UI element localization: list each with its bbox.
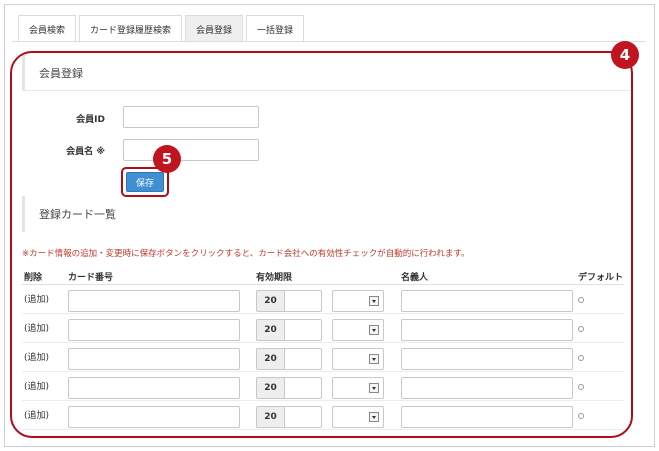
- default-radio[interactable]: [578, 326, 584, 332]
- default-radio[interactable]: [578, 384, 584, 390]
- card-section-title: 登録カード一覧: [22, 196, 116, 232]
- tab-bulk-register[interactable]: 一括登録: [246, 15, 305, 42]
- add-row-label[interactable]: (追加): [24, 379, 49, 392]
- expiry-month-select[interactable]: [332, 348, 384, 370]
- chevron-down-icon: [369, 354, 379, 364]
- expiry-year-prefix: 20: [256, 319, 284, 341]
- table-row: (追加) 20: [22, 343, 624, 372]
- default-radio[interactable]: [578, 297, 584, 303]
- card-holder-input[interactable]: [401, 377, 573, 399]
- table-row: (追加) 20: [22, 401, 624, 430]
- validation-notice: ※カード情報の追加・変更時に保存ボタンをクリックすると、カード会社への有効性チェ…: [22, 249, 470, 259]
- chevron-down-icon: [369, 412, 379, 422]
- expiry-year-prefix: 20: [256, 290, 284, 312]
- save-button[interactable]: 保存: [126, 172, 164, 192]
- card-number-input[interactable]: [68, 319, 240, 341]
- callout-badge-5: 5: [153, 145, 181, 173]
- expiry-year-prefix: 20: [256, 377, 284, 399]
- card-holder-input[interactable]: [401, 319, 573, 341]
- card-holder-input[interactable]: [401, 406, 573, 428]
- member-id-label: 会員ID: [76, 115, 105, 125]
- card-holder-input[interactable]: [401, 348, 573, 370]
- tab-member-search[interactable]: 会員検索: [18, 15, 77, 42]
- card-number-input[interactable]: [68, 377, 240, 399]
- column-header-expiry: 有効期限: [256, 273, 293, 283]
- section-divider: [22, 90, 630, 91]
- column-header-delete: 削除: [24, 273, 43, 283]
- expiry-year-prefix: 20: [256, 348, 284, 370]
- tab-member-register[interactable]: 会員登録: [185, 15, 244, 42]
- callout-badge-4: 4: [611, 41, 639, 69]
- table-row: (追加) 20: [22, 372, 624, 401]
- expiry-month-select[interactable]: [332, 406, 384, 428]
- card-number-input[interactable]: [68, 290, 240, 312]
- tab-bar: 会員検索 カード登録履歴検索 会員登録 一括登録: [18, 15, 307, 42]
- column-header-default: デフォルト: [578, 273, 624, 283]
- default-radio[interactable]: [578, 355, 584, 361]
- chevron-down-icon: [369, 296, 379, 306]
- tab-card-history-search[interactable]: カード登録履歴検索: [79, 15, 183, 42]
- card-holder-input[interactable]: [401, 290, 573, 312]
- chevron-down-icon: [369, 383, 379, 393]
- expiry-month-select[interactable]: [332, 290, 384, 312]
- add-row-label[interactable]: (追加): [24, 292, 49, 305]
- member-name-input[interactable]: [123, 139, 259, 161]
- expiry-month-select[interactable]: [332, 377, 384, 399]
- expiry-year-input[interactable]: [284, 290, 322, 312]
- expiry-month-select[interactable]: [332, 319, 384, 341]
- card-number-input[interactable]: [68, 348, 240, 370]
- column-header-holder: 名義人: [401, 273, 429, 283]
- expiry-year-input[interactable]: [284, 319, 322, 341]
- chevron-down-icon: [369, 325, 379, 335]
- default-radio[interactable]: [578, 413, 584, 419]
- member-section-title: 会員登録: [22, 55, 83, 91]
- expiry-year-input[interactable]: [284, 348, 322, 370]
- table-row: (追加) 20: [22, 314, 624, 343]
- expiry-year-input[interactable]: [284, 406, 322, 428]
- expiry-year-input[interactable]: [284, 377, 322, 399]
- add-row-label[interactable]: (追加): [24, 408, 49, 421]
- tab-divider: [12, 41, 646, 42]
- member-name-label: 会員名 ※: [66, 147, 105, 157]
- add-row-label[interactable]: (追加): [24, 350, 49, 363]
- member-id-input[interactable]: [123, 106, 259, 128]
- column-header-card-number: カード番号: [68, 273, 114, 283]
- expiry-year-prefix: 20: [256, 406, 284, 428]
- add-row-label[interactable]: (追加): [24, 321, 49, 334]
- card-number-input[interactable]: [68, 406, 240, 428]
- table-row: (追加) 20: [22, 285, 624, 314]
